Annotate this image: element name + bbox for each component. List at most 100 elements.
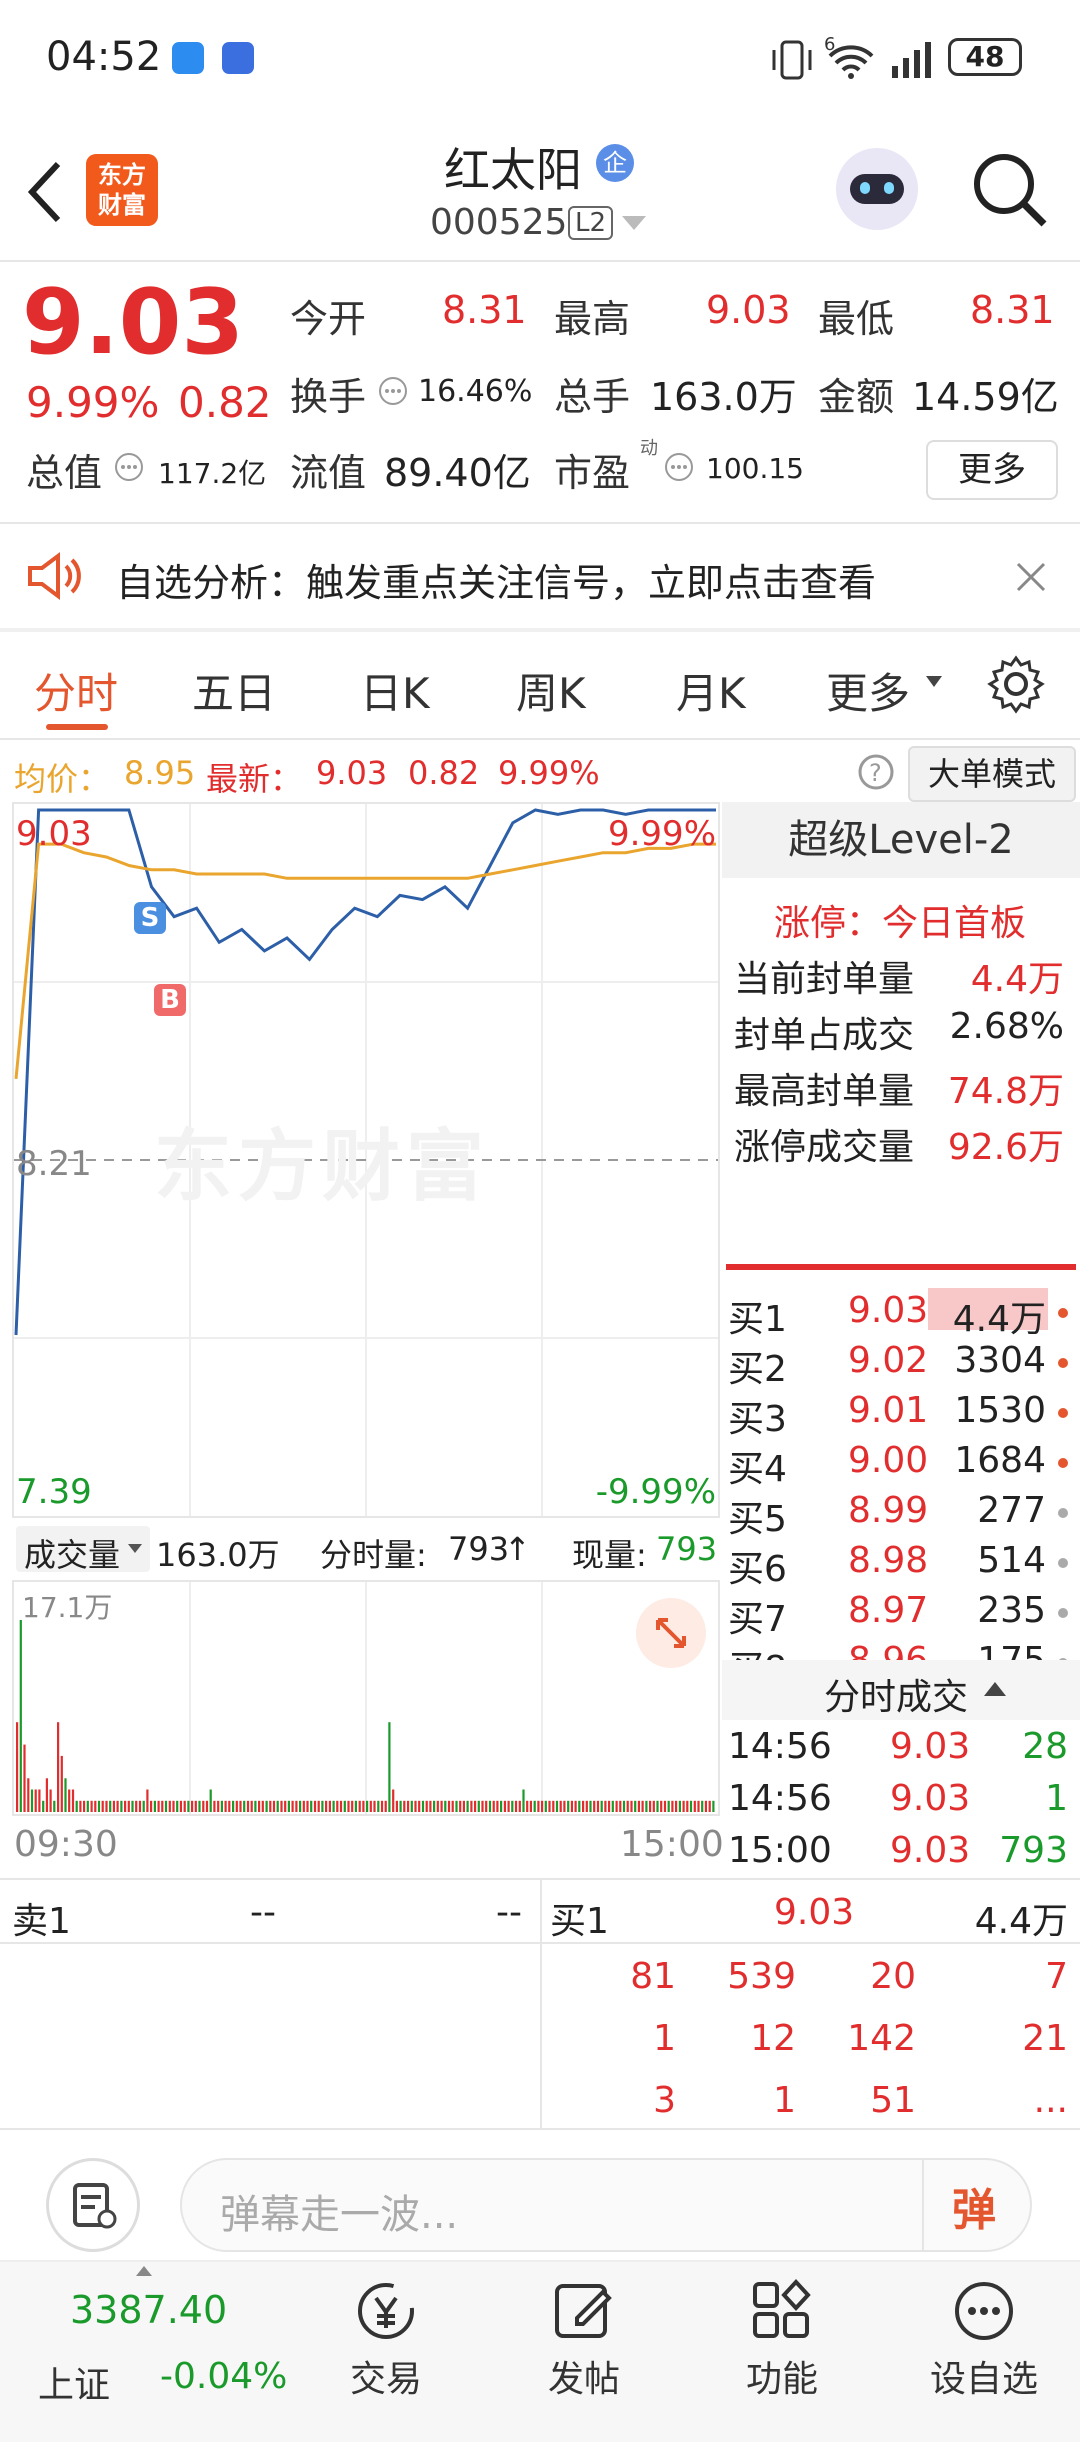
buy-marker[interactable]: B [154, 984, 186, 1016]
index-percent[interactable]: -0.04% [160, 2356, 287, 2397]
back-icon[interactable] [24, 160, 64, 224]
volume-bar [45, 1778, 48, 1812]
watermark: 东方财富 [154, 1122, 491, 1212]
notice-bar[interactable]: 自选分析：触发重点关注信号，立即点击查看 [0, 524, 1080, 628]
danmu-send-button[interactable]: 弹 [952, 2174, 996, 2238]
volume-bar [693, 1800, 696, 1812]
volume-bar [541, 1800, 544, 1812]
volume-bar [202, 1800, 205, 1812]
queue-order-cell: 7 [1045, 1956, 1068, 1997]
trade-list[interactable]: 分时成交 14:56 9.03 28 14:56 9.03 1 15:00 9.03 793 [722, 1660, 1080, 1876]
pe-superscript: 动 [640, 438, 658, 459]
volume-bar [191, 1800, 194, 1812]
help-icon[interactable]: ? [858, 754, 894, 790]
volume-bar [339, 1800, 343, 1812]
volume-chart[interactable]: 17.1万 [12, 1580, 720, 1816]
tab-five-day[interactable]: 五日 [192, 660, 276, 721]
trade-volume: 793 [999, 1830, 1068, 1871]
bid-volume: 175 [977, 1640, 1046, 1660]
bid-row[interactable]: 买8 8.96 175 [722, 1636, 1080, 1660]
bid-price: 8.99 [848, 1490, 929, 1531]
volume-bar [418, 1800, 421, 1812]
danmu-input[interactable]: 弹幕走一波... 弹 [180, 2158, 1032, 2252]
danmu-settings-icon[interactable] [46, 2158, 140, 2252]
latest-value: 9.03 [316, 754, 388, 792]
limit-up-status: 涨停：今日首板 [774, 903, 1027, 944]
volume-bar [563, 1800, 566, 1812]
stock-code: 000525 [430, 202, 568, 243]
volume-bar [49, 1789, 52, 1812]
volume-bar [127, 1800, 130, 1812]
info-dots-icon[interactable] [114, 452, 144, 482]
bid-row[interactable]: 买5 8.99 277 [722, 1486, 1080, 1540]
buy1-volume: 4.4万 [974, 1901, 1068, 1942]
volume-bar [131, 1800, 134, 1812]
tab-intraday[interactable]: 分时 [34, 660, 118, 721]
intraday-chart[interactable]: 东方财富 9.03 9.99% 8.21 7.39 -9.99% S B [12, 802, 720, 1518]
bid-price: 8.98 [848, 1540, 929, 1581]
volume-bar [358, 1800, 361, 1812]
chevron-down-icon[interactable] [622, 216, 646, 232]
bid-row[interactable]: 买1 9.03 4.4万 [722, 1286, 1080, 1340]
volume-bar [649, 1800, 652, 1812]
volume-bar [351, 1800, 354, 1812]
danmu-placeholder: 弹幕走一波... [220, 2192, 459, 2238]
level-badge[interactable]: L2 [568, 206, 614, 240]
volume-peak-label: 17.1万 [22, 1591, 113, 1624]
close-icon[interactable] [1016, 562, 1046, 592]
index-value[interactable]: 3387.40 [70, 2288, 227, 2332]
tab-weekly-k[interactable]: 周K [516, 660, 586, 721]
volume-bar [287, 1800, 290, 1812]
volume-bar [403, 1800, 406, 1812]
volume-bar [436, 1800, 439, 1812]
index-name[interactable]: 上证 [38, 2356, 110, 2408]
volume-bar [146, 1789, 149, 1812]
more-button[interactable]: 更多 [926, 440, 1058, 500]
level2-title[interactable]: 超级Level-2 [722, 802, 1080, 878]
volume-bar [284, 1800, 287, 1812]
volume-bar [440, 1800, 443, 1812]
volume-bar [611, 1800, 614, 1812]
caret-up-icon [136, 2266, 152, 2276]
trade-price: 9.03 [890, 1726, 971, 1767]
volume-bar [548, 1800, 551, 1812]
nav-functions[interactable]: 功能 [722, 2276, 842, 2436]
big-order-mode-button[interactable]: 大单模式 [908, 746, 1076, 802]
price-top-label: 9.03 [16, 814, 92, 854]
info-dots-icon[interactable] [664, 452, 694, 482]
bid-row[interactable]: 买2 9.02 3304 [722, 1336, 1080, 1390]
tab-monthly-k[interactable]: 月K [676, 660, 746, 721]
bid-level: 买5 [728, 1499, 787, 1540]
volume-bar [488, 1800, 492, 1812]
open-label: 今开 [290, 297, 367, 341]
bid-book[interactable]: 买1 9.03 4.4万 买2 9.02 3304 买3 9.01 1530 买4 9.00 1684… [722, 1278, 1080, 1660]
volume-bar [120, 1800, 123, 1812]
queue-order-cell: 539 [727, 1956, 796, 1997]
bid-row[interactable]: 买6 8.98 514 [722, 1536, 1080, 1590]
expand-icon[interactable] [636, 1598, 706, 1668]
volume-selector[interactable]: 成交量 [16, 1526, 150, 1574]
search-icon[interactable] [970, 150, 1050, 230]
volume-bar [153, 1800, 156, 1812]
info-dots-icon[interactable] [378, 376, 408, 406]
bid-row[interactable]: 买3 9.01 1530 [722, 1386, 1080, 1440]
volume-bar [325, 1800, 328, 1812]
robot-avatar-icon[interactable] [836, 148, 918, 230]
change-percent: 9.99% [26, 378, 160, 427]
volume-bar [313, 1800, 317, 1812]
bid-row[interactable]: 买4 9.00 1684 [722, 1436, 1080, 1490]
tab-daily-k[interactable]: 日K [360, 660, 430, 721]
volume-bar [109, 1800, 112, 1812]
bid-volume: 1684 [954, 1440, 1046, 1481]
nav-add-watchlist[interactable]: 设自选 [914, 2276, 1054, 2436]
tab-more[interactable]: 更多 [826, 660, 910, 721]
volume-total: 163.0万 [156, 1536, 280, 1574]
volume-bar [466, 1800, 469, 1812]
sell-marker[interactable]: S [134, 902, 166, 934]
volume-bar [209, 1789, 212, 1812]
nav-post[interactable]: 发帖 [524, 2276, 644, 2436]
bid-row[interactable]: 买7 8.97 235 [722, 1586, 1080, 1640]
status-time: 04:52 [46, 34, 162, 80]
gear-icon[interactable] [986, 654, 1046, 714]
nav-trade[interactable]: 交易 [326, 2276, 446, 2436]
